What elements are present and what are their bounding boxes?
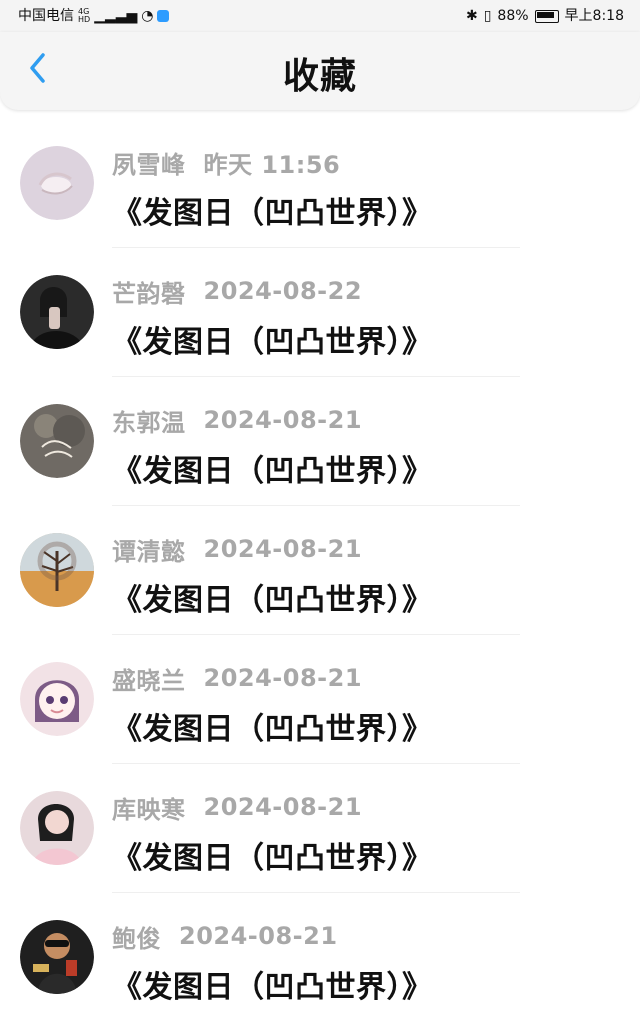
status-bar: 中国电信 4G HD ▁▂▃▅ ◔ ✱ ▯ 88% 早上8:18 [0, 0, 640, 32]
post-title[interactable]: 《发图日（凹凸世界）》 [112, 188, 433, 231]
post-title[interactable]: 《发图日（凹凸世界）》 [112, 962, 433, 1005]
post-title[interactable]: 《发图日（凹凸世界）》 [112, 317, 433, 360]
signal-icon: ▁▂▃▅ [94, 8, 138, 24]
user-name: 盛晓兰 [112, 666, 186, 695]
item-meta: 夙雪峰 昨天 11:56 [112, 147, 341, 179]
status-bar-left: 中国电信 4G HD ▁▂▃▅ ◔ [18, 0, 170, 32]
anime-girl-avatar-icon [20, 662, 94, 736]
favorite-item[interactable]: 夙雪峰 昨天 11:56 《发图日（凹凸世界）》 [0, 110, 640, 248]
post-title[interactable]: 《发图日（凹凸世界）》 [112, 704, 433, 747]
item-meta: 鲍俊 2024-08-21 [112, 921, 338, 953]
user-avatar[interactable] [20, 662, 94, 736]
status-bar-right: ✱ ▯ 88% 早上8:18 [466, 0, 624, 32]
favorite-item[interactable]: 盛晓兰 2024-08-21 《发图日（凹凸世界）》 [0, 626, 640, 764]
favorite-item[interactable]: 鲍俊 2024-08-21 《发图日（凹凸世界）》 [0, 884, 640, 1013]
post-time: 2024-08-21 [203, 664, 363, 692]
man-avatar-icon [20, 920, 94, 994]
favorite-item[interactable]: 芒韵磬 2024-08-22 《发图日（凹凸世界）》 [0, 239, 640, 377]
user-name: 库映寒 [112, 795, 186, 824]
item-meta: 库映寒 2024-08-21 [112, 792, 363, 824]
post-time: 2024-08-21 [203, 793, 363, 821]
carrier-label: 中国电信 [18, 8, 74, 24]
user-name: 谭清懿 [112, 537, 186, 566]
post-title[interactable]: 《发图日（凹凸世界）》 [112, 575, 433, 618]
user-avatar[interactable] [20, 146, 94, 220]
post-title[interactable]: 《发图日（凹凸世界）》 [112, 446, 433, 489]
post-time: 2024-08-22 [203, 277, 363, 305]
post-time: 2024-08-21 [179, 922, 338, 950]
clock: 早上8:18 [564, 8, 624, 24]
user-name: 鲍俊 [112, 924, 161, 953]
wifi-icon: ◔ [141, 8, 154, 24]
user-avatar[interactable] [20, 533, 94, 607]
user-name: 东郭温 [112, 408, 186, 437]
network-indicator: 4G HD [78, 7, 91, 24]
user-avatar[interactable] [20, 404, 94, 478]
selfie-avatar-icon [20, 275, 94, 349]
bluetooth-icon: ✱ [465, 8, 478, 24]
user-name: 夙雪峰 [112, 150, 186, 179]
user-avatar[interactable] [20, 275, 94, 349]
item-meta: 东郭温 2024-08-21 [112, 405, 363, 437]
item-meta: 盛晓兰 2024-08-21 [112, 663, 363, 695]
vibrate-icon: ▯ [483, 8, 492, 24]
favorites-list: 夙雪峰 昨天 11:56 《发图日（凹凸世界）》 芒韵磬 2024-08-22 … [0, 110, 640, 1024]
hello-august-avatar-icon [20, 404, 94, 478]
tree-avatar-icon [20, 533, 94, 607]
favorite-item[interactable]: 东郭温 2024-08-21 《发图日（凹凸世界）》 [0, 368, 640, 506]
user-avatar[interactable] [20, 920, 94, 994]
portrait-avatar-icon [20, 791, 94, 865]
item-meta: 谭清懿 2024-08-21 [112, 534, 363, 566]
user-avatar[interactable] [20, 791, 94, 865]
post-time: 2024-08-21 [203, 535, 363, 563]
post-time: 昨天 11:56 [203, 150, 341, 179]
favorite-item[interactable]: 库映寒 2024-08-21 《发图日（凹凸世界）》 [0, 755, 640, 893]
item-meta: 芒韵磬 2024-08-22 [112, 276, 363, 308]
seashell-avatar-icon [20, 146, 94, 220]
post-title[interactable]: 《发图日（凹凸世界）》 [112, 833, 433, 876]
post-time: 2024-08-21 [203, 406, 363, 434]
user-name: 芒韵磬 [112, 279, 186, 308]
security-icon [157, 10, 170, 22]
page-title: 收藏 [282, 56, 357, 97]
battery-percent: 88% [497, 8, 529, 24]
battery-icon [534, 9, 559, 23]
header-bar: 收藏 [0, 32, 640, 110]
favorite-item[interactable]: 谭清懿 2024-08-21 《发图日（凹凸世界）》 [0, 497, 640, 635]
